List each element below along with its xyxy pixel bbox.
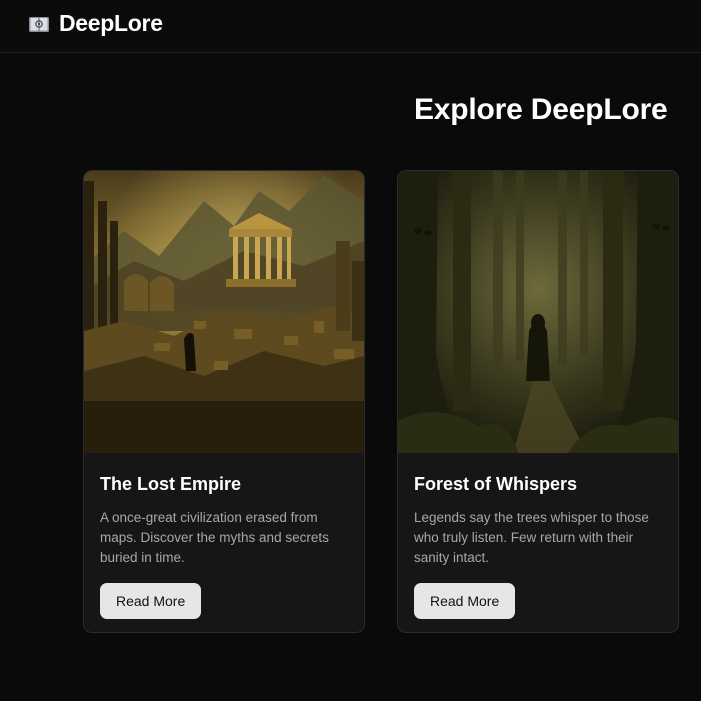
story-card: The Lost Empire A once-great civilizatio… (83, 170, 365, 633)
read-more-button[interactable]: Read More (414, 583, 516, 619)
read-more-button[interactable]: Read More (100, 583, 202, 619)
page-title: Explore DeepLore (414, 93, 668, 126)
dark-forest-image (398, 171, 678, 453)
ancient-ruins-image (84, 171, 364, 453)
story-card: Forest of Whispers Legends say the trees… (397, 170, 679, 633)
brand-name: DeepLore (59, 10, 163, 36)
top-navbar: DeepLore (0, 0, 701, 53)
brand-logo[interactable]: DeepLore (28, 10, 163, 37)
card-description: A once-great civilization erased from ma… (100, 510, 329, 565)
card-title: Forest of Whispers (414, 474, 578, 494)
card-title: The Lost Empire (100, 474, 242, 494)
open-book-icon (29, 16, 49, 32)
card-description: Legends say the trees whisper to those w… (414, 510, 649, 565)
